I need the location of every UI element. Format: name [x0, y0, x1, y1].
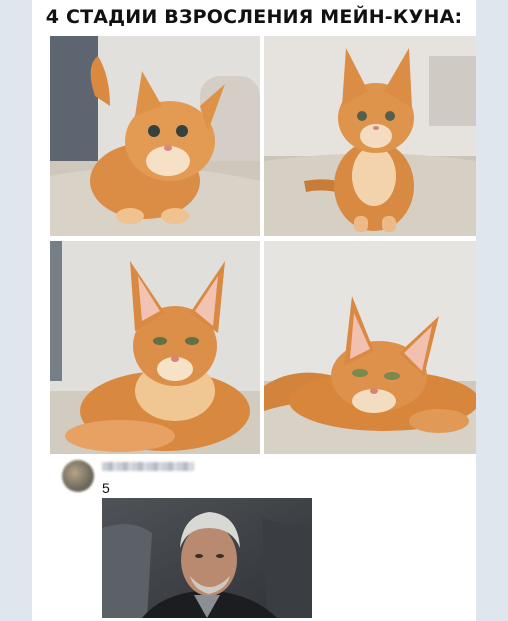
cat-photo-3[interactable] — [50, 241, 260, 454]
comment-text: 5 — [102, 480, 110, 496]
avatar[interactable] — [62, 460, 94, 492]
kitten-photo-2[interactable] — [264, 36, 476, 236]
post-card: 4 СТАДИИ ВЗРОСЛЕНИЯ МЕЙН-КУНА: 5 — [32, 0, 476, 621]
comment-photo[interactable] — [102, 498, 312, 618]
meme-title: 4 СТАДИИ ВЗРОСЛЕНИЯ МЕЙН-КУНА: — [45, 6, 463, 28]
comment: 5 — [50, 456, 470, 621]
photo-grid — [50, 36, 476, 454]
cat-photo-4[interactable] — [264, 241, 476, 454]
comment-author-name[interactable] — [102, 462, 194, 471]
kitten-photo-1[interactable] — [50, 36, 260, 236]
